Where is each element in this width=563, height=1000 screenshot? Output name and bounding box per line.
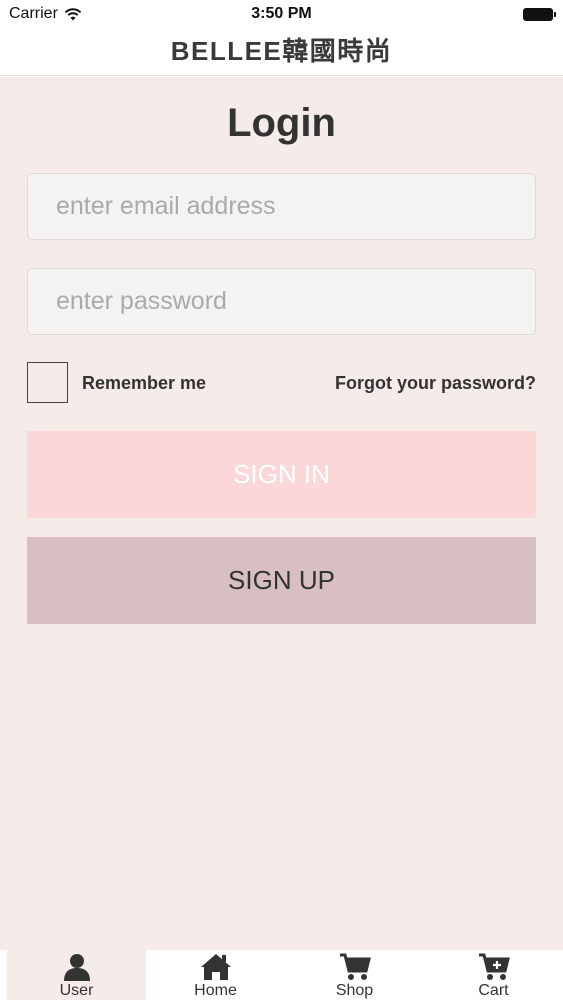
tab-cart-label: Cart (478, 982, 509, 999)
sign-in-button[interactable]: SIGN IN (27, 431, 536, 518)
shopping-cart-icon (339, 953, 371, 980)
app-header-title: BELLEE韓國時尚 (0, 30, 563, 76)
tab-cart[interactable]: Cart (424, 950, 563, 1000)
home-icon (200, 954, 231, 980)
status-time: 3:50 PM (251, 5, 312, 22)
tab-user[interactable]: User (7, 950, 146, 1000)
tab-home[interactable]: Home (146, 950, 285, 1000)
tab-shop[interactable]: Shop (285, 950, 424, 1000)
remember-me-checkbox[interactable] (27, 362, 68, 403)
login-screen: Login Remember me Forgot your password? … (0, 77, 563, 950)
tab-shop-label: Shop (335, 982, 374, 999)
login-title: Login (227, 101, 336, 145)
tab-bar: User Home Shop Cart (0, 950, 563, 1000)
forgot-password-link[interactable]: Forgot your password? (335, 373, 536, 394)
tab-user-label: User (59, 982, 94, 999)
email-field[interactable] (27, 173, 536, 240)
remember-me-label[interactable]: Remember me (82, 373, 206, 394)
sign-up-button[interactable]: SIGN UP (27, 537, 536, 624)
password-field[interactable] (27, 268, 536, 335)
cart-add-icon (478, 953, 510, 980)
battery-icon (523, 8, 556, 21)
tab-home-label: Home (194, 982, 237, 999)
status-bar: Carrier 3:50 PM (0, 0, 563, 30)
user-icon (63, 954, 90, 981)
remember-row: Remember me Forgot your password? (27, 362, 536, 403)
